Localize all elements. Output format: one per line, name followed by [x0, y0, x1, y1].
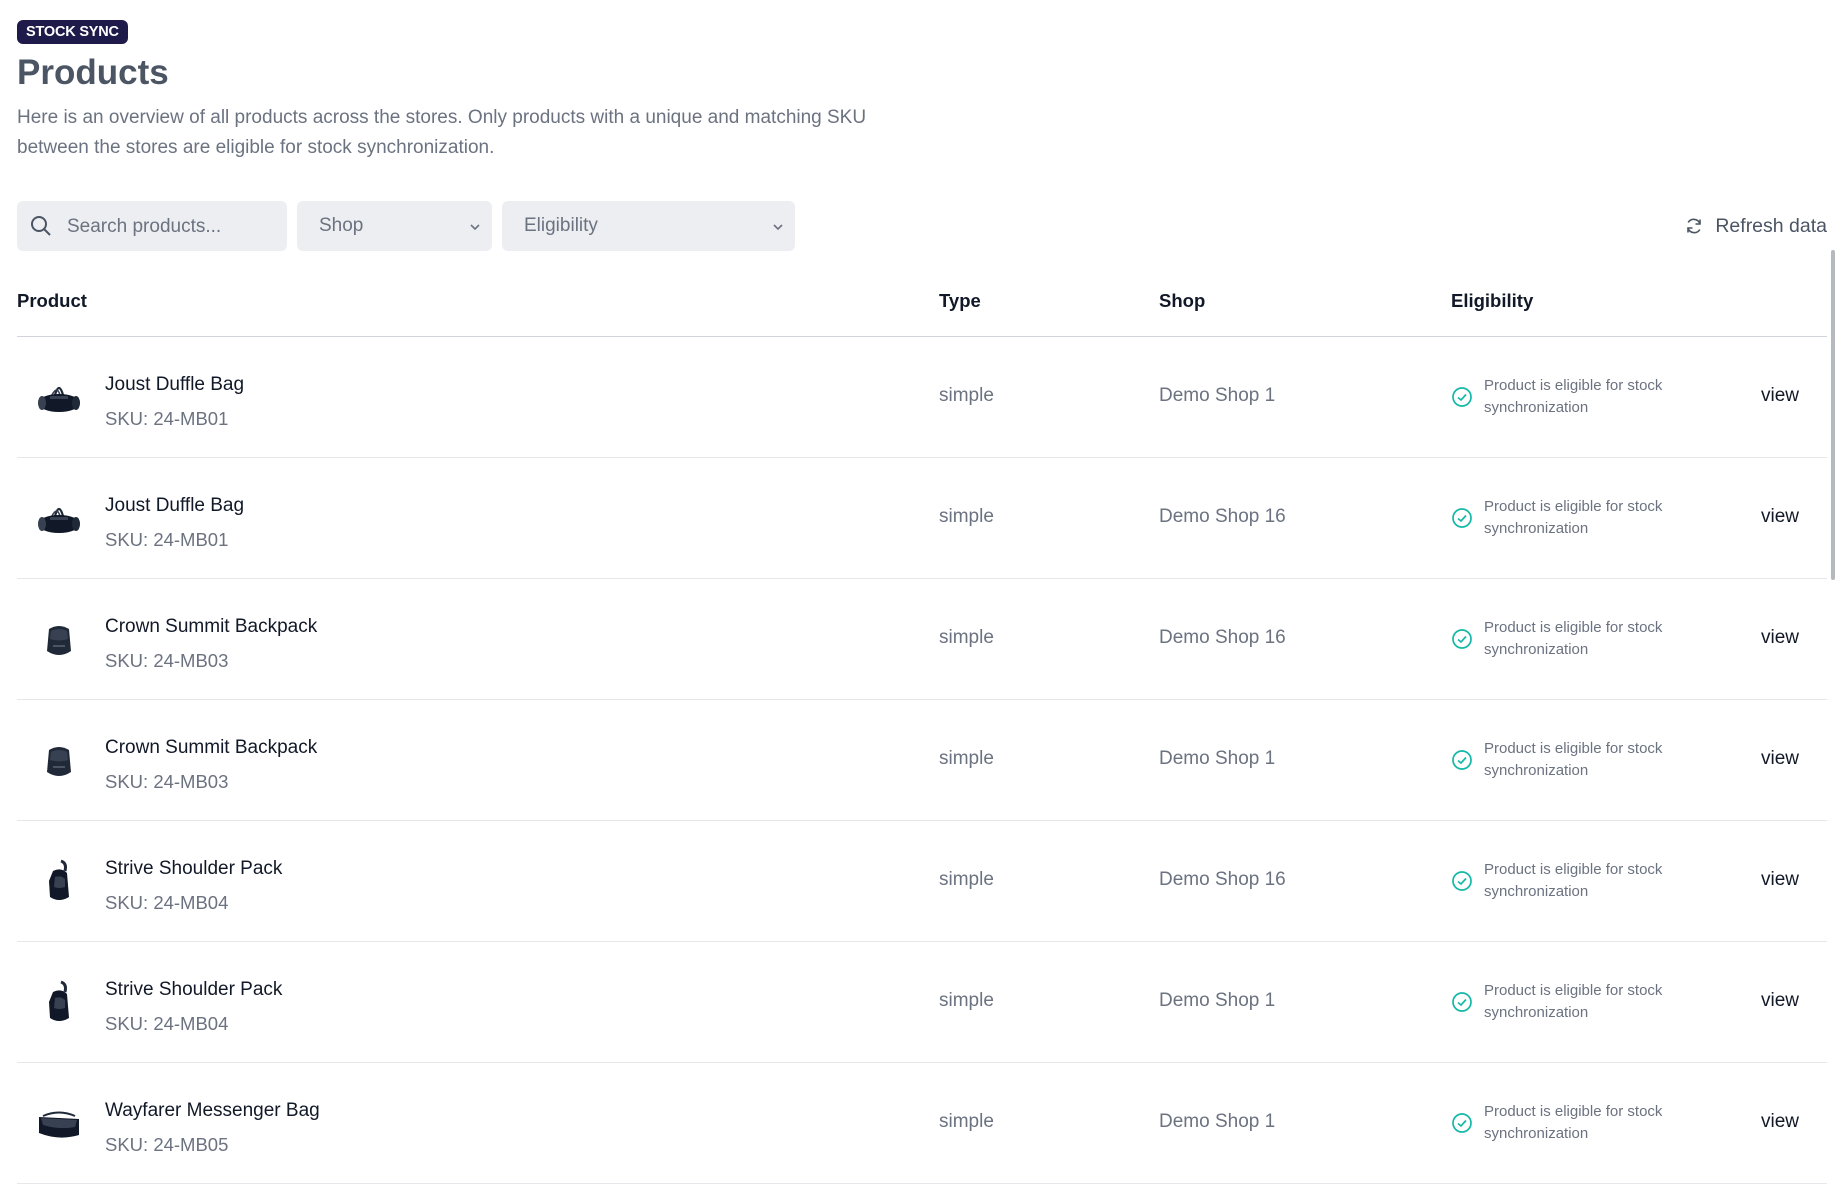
table-row[interactable]: Strive Shoulder Pack SKU: 24-MB04 simple De…	[17, 821, 1827, 942]
eligibility-text: Product is eligible for stock synchroniz…	[1484, 377, 1663, 416]
product-shop: Demo Shop 1	[1159, 990, 1276, 1011]
table-row[interactable]: Strive Shoulder Pack SKU: 24-MB04 simple De…	[17, 942, 1827, 1063]
chevron-down-icon	[773, 224, 783, 231]
eligibility-text: Product is eligible for stock synchroniz…	[1484, 861, 1663, 900]
product-type: simple	[939, 748, 994, 769]
view-link[interactable]: view	[1761, 990, 1799, 1012]
header-shop[interactable]: Shop	[1159, 290, 1205, 312]
filter-toolbar: Shop Eligibility Refresh data	[17, 201, 1827, 253]
eligibility-text: Product is eligible for stock synchroniz…	[1484, 982, 1663, 1021]
duffle-bag-icon	[35, 373, 83, 421]
eligibility-text: Product is eligible for stock synchroniz…	[1484, 498, 1663, 537]
product-type: simple	[939, 1111, 994, 1132]
scrollbar[interactable]	[1831, 250, 1835, 580]
product-shop: Demo Shop 16	[1159, 869, 1286, 890]
product-sku: SKU: 24-MB03	[105, 771, 229, 792]
search-input[interactable]	[65, 201, 279, 253]
backpack-icon	[35, 736, 83, 784]
shop-select-label: Shop	[319, 215, 364, 236]
product-sku: SKU: 24-MB04	[105, 1013, 229, 1034]
table-row[interactable]: Joust Duffle Bag SKU: 24-MB01 simple Demo S…	[17, 458, 1827, 579]
product-sku: SKU: 24-MB05	[105, 1134, 229, 1155]
product-type: simple	[939, 990, 994, 1011]
view-link[interactable]: view	[1761, 385, 1799, 407]
product-sku: SKU: 24-MB04	[105, 892, 229, 913]
view-link[interactable]: view	[1761, 748, 1799, 770]
product-name: Crown Summit Backpack	[105, 737, 318, 758]
check-circle-icon	[1452, 387, 1472, 407]
table-row[interactable]: Joust Duffle Bag SKU: 24-MB01 simple Demo S…	[17, 337, 1827, 458]
view-link[interactable]: view	[1761, 627, 1799, 649]
shoulder-pack-icon	[35, 978, 83, 1026]
check-circle-icon	[1452, 992, 1472, 1012]
product-shop: Demo Shop 1	[1159, 748, 1276, 769]
refresh-icon	[1687, 218, 1702, 234]
page-description: Here is an overview of all products acro…	[17, 107, 867, 158]
refresh-data-button[interactable]: Refresh data	[1687, 201, 1827, 251]
backpack-icon	[35, 615, 83, 663]
view-link[interactable]: view	[1761, 869, 1799, 891]
check-circle-icon	[1452, 629, 1472, 649]
chevron-down-icon	[470, 224, 480, 231]
product-type: simple	[939, 627, 994, 648]
product-type: simple	[939, 506, 994, 527]
product-name: Crown Summit Backpack	[105, 616, 318, 637]
view-link[interactable]: view	[1761, 506, 1799, 528]
product-sku: SKU: 24-MB03	[105, 650, 229, 671]
search-box[interactable]	[17, 201, 287, 253]
header-type[interactable]: Type	[939, 290, 981, 312]
table-row[interactable]: Crown Summit Backpack SKU: 24-MB03 simple D…	[17, 579, 1827, 700]
check-circle-icon	[1452, 750, 1472, 770]
check-circle-icon	[1452, 1113, 1472, 1133]
table-row[interactable]: Crown Summit Backpack SKU: 24-MB03 simple D…	[17, 700, 1827, 821]
check-circle-icon	[1452, 508, 1472, 528]
product-shop: Demo Shop 16	[1159, 506, 1286, 527]
table-row[interactable]: Wayfarer Messenger Bag SKU: 24-MB05 simple…	[17, 1063, 1827, 1184]
check-circle-icon	[1452, 871, 1472, 891]
shoulder-pack-icon	[35, 857, 83, 905]
table-body: Joust Duffle Bag SKU: 24-MB01 simple Demo S…	[17, 337, 1827, 1184]
product-name: Joust Duffle Bag	[105, 495, 245, 516]
refresh-label: Refresh data	[1715, 215, 1827, 237]
shop-select[interactable]: Shop	[297, 201, 492, 251]
messenger-bag-icon	[35, 1099, 83, 1147]
eligibility-text: Product is eligible for stock synchroniz…	[1484, 619, 1663, 658]
product-sku: SKU: 24-MB01	[105, 408, 229, 429]
product-name: Strive Shoulder Pack	[105, 979, 283, 1000]
product-shop: Demo Shop 1	[1159, 385, 1276, 406]
eligibility-select[interactable]: Eligibility	[502, 201, 795, 251]
duffle-bag-icon	[35, 494, 83, 542]
eligibility-select-label: Eligibility	[524, 215, 598, 236]
products-page: STOCK SYNC Products Here is an overview …	[17, 20, 1827, 1184]
header-product[interactable]: Product	[17, 290, 87, 312]
product-name: Wayfarer Messenger Bag	[105, 1100, 320, 1121]
product-shop: Demo Shop 1	[1159, 1111, 1276, 1132]
product-type: simple	[939, 385, 994, 406]
search-icon	[31, 216, 51, 236]
stock-sync-badge: STOCK SYNC	[17, 20, 128, 44]
products-table: Product Type Shop Eligibility Joust Duff…	[17, 270, 1827, 1184]
eligibility-text: Product is eligible for stock synchroniz…	[1484, 740, 1663, 779]
product-shop: Demo Shop 16	[1159, 627, 1286, 648]
header-eligibility[interactable]: Eligibility	[1451, 290, 1533, 312]
table-header: Product Type Shop Eligibility	[17, 270, 1827, 337]
eligibility-text: Product is eligible for stock synchroniz…	[1484, 1103, 1663, 1142]
product-sku: SKU: 24-MB01	[105, 529, 229, 550]
view-link[interactable]: view	[1761, 1111, 1799, 1133]
product-name: Strive Shoulder Pack	[105, 858, 283, 879]
product-name: Joust Duffle Bag	[105, 374, 245, 395]
page-title: Products	[17, 53, 169, 92]
product-type: simple	[939, 869, 994, 890]
